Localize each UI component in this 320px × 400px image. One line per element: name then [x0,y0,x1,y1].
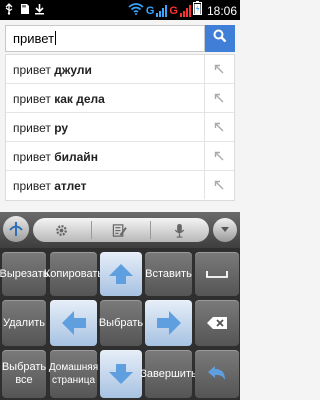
search-icon [213,29,227,48]
backspace-key[interactable] [195,300,239,346]
delete-key[interactable]: Удалить [2,300,46,346]
backspace-icon [207,317,227,329]
arrow-down-key[interactable] [100,350,142,398]
search-query-text: привет [13,31,57,46]
arrow-left-key[interactable] [50,300,97,346]
suggestion-item[interactable]: привет джули [6,55,234,84]
undo-key[interactable] [195,350,239,398]
keyboard-logo-icon[interactable] [3,216,29,242]
insert-query-arrow-icon[interactable] [204,84,233,112]
copy-key[interactable]: Копировать [44,252,103,296]
arrow-right-icon [156,311,181,335]
keyboard-toolbar-actions [33,218,209,242]
insert-query-arrow-icon[interactable] [204,113,233,141]
undo-icon [208,366,225,380]
insert-query-arrow-icon[interactable] [204,55,233,83]
arrow-up-icon [109,264,133,284]
arrow-left-icon [61,311,86,335]
cut-key[interactable]: Вырезать [0,252,48,296]
microphone-icon[interactable] [171,222,187,238]
suggestion-item[interactable]: привет ру [6,113,234,142]
arrow-down-icon [109,364,133,384]
search-button[interactable] [205,25,235,52]
clock: 18:06 [206,3,237,18]
wifi-icon [128,2,144,20]
home-page-key[interactable]: Домашняя страница [49,350,98,398]
download-icon [34,2,45,20]
edit-icon[interactable] [111,222,127,238]
signal-icon [156,4,168,17]
suggestion-list: привет джули привет как дела привет ру п… [5,54,235,201]
suggestion-item[interactable]: привет атлет [6,171,234,200]
select-all-key[interactable]: Выбрать все [2,350,46,398]
usb-icon [3,2,15,20]
insert-query-arrow-icon[interactable] [204,171,233,199]
keyboard: Вырезать Копировать Вставить Удалить Выб… [0,212,240,400]
suggestion-item[interactable]: привет билайн [6,142,234,171]
network-type-2: G [169,4,178,17]
search-panel: привет привет джули привет как дела прив… [0,20,240,201]
signal-icon [179,4,191,17]
paste-key[interactable]: Вставить [145,252,192,296]
select-key[interactable]: Выбрать [99,300,143,346]
search-input[interactable]: привет [5,25,205,52]
settings-icon[interactable] [53,222,69,238]
sd-card-icon [19,2,30,20]
keyboard-toolbar [0,212,240,248]
space-icon [206,271,228,278]
finish-key[interactable]: Завершить [140,350,197,398]
suggestion-item[interactable]: привет как дела [6,84,234,113]
status-bar: G G 18:06 [0,0,240,20]
space-key[interactable] [195,252,239,296]
arrow-right-key[interactable] [145,300,192,346]
insert-query-arrow-icon[interactable] [204,142,233,170]
network-type-1: G [145,4,155,17]
battery-charging-icon [192,1,202,20]
arrow-up-key[interactable] [100,252,142,296]
hide-keyboard-icon[interactable] [213,218,237,242]
